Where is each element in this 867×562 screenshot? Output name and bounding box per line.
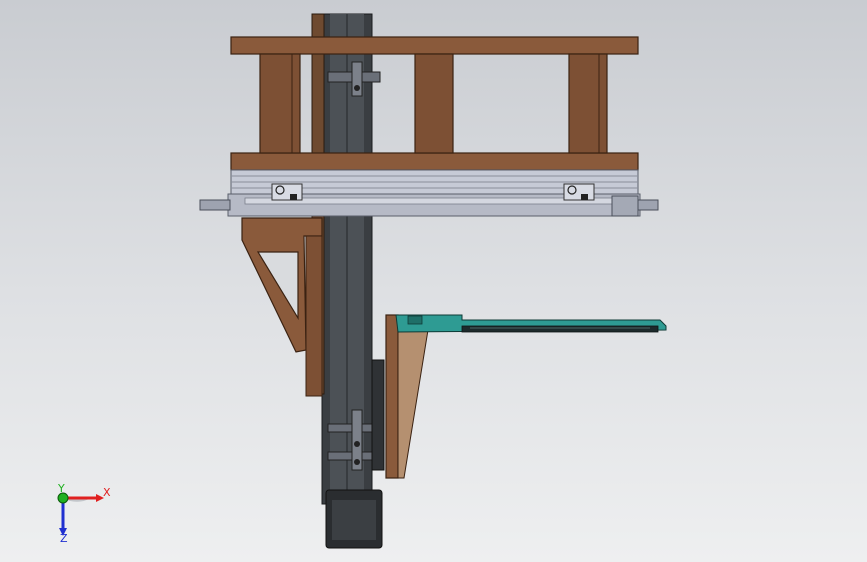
wooden-top-frame bbox=[230, 36, 639, 171]
coordinate-triad: X Y Z bbox=[57, 482, 111, 545]
z-axis-label: Z bbox=[60, 532, 68, 545]
gusset-bracket bbox=[241, 217, 323, 397]
cad-viewport[interactable]: X Y Z bbox=[0, 0, 867, 562]
vertical-linear-axis bbox=[311, 13, 385, 549]
y-axis-label: Y bbox=[57, 482, 65, 495]
horizontal-linear-module bbox=[199, 169, 659, 217]
fork-mount bbox=[385, 314, 429, 479]
x-axis-label: X bbox=[103, 486, 111, 499]
teal-fork-plate bbox=[395, 314, 667, 333]
